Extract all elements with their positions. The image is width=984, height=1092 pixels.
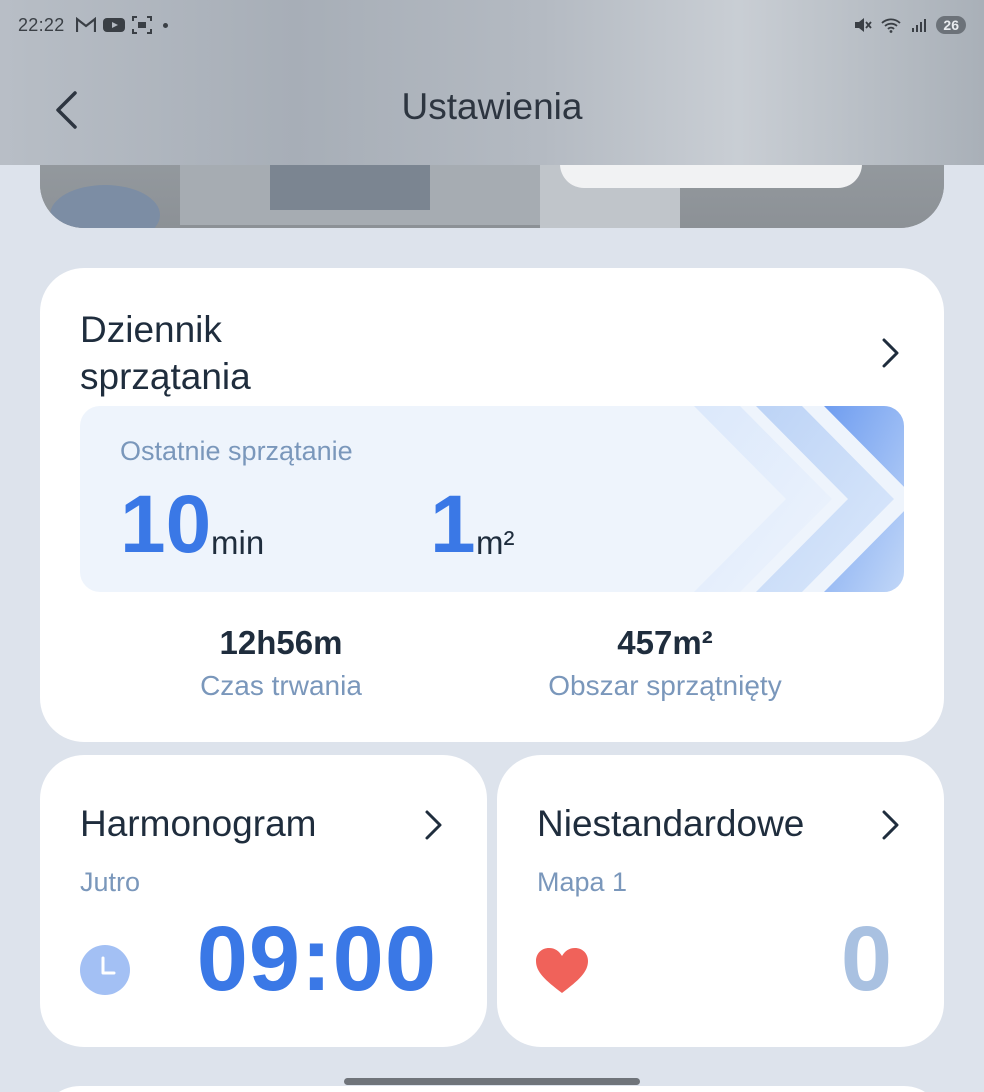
- total-duration-value: 12h56m: [219, 624, 343, 661]
- top-bar: 22:22 26 Ustawienia: [0, 0, 984, 165]
- custom-title: Niestandardowe: [537, 803, 805, 844]
- map-furniture: [270, 165, 430, 210]
- custom-map-name: Mapa 1: [537, 867, 628, 897]
- notification-dot: [162, 22, 168, 28]
- total-duration-label: Czas trwania: [200, 670, 362, 701]
- home-indicator[interactable]: [344, 1078, 640, 1085]
- chevron-decoration-icon: [694, 406, 904, 592]
- chevron-right-icon: [882, 810, 899, 840]
- total-area-value: 457m²: [617, 624, 713, 661]
- schedule-time: 09:00: [196, 908, 437, 1010]
- chevron-right-icon: [882, 338, 899, 368]
- last-duration-value: 10: [120, 479, 212, 570]
- last-cleaning-panel: Ostatnie sprzątanie 10 min 1 m²: [80, 406, 904, 592]
- mute-icon: [852, 16, 874, 34]
- last-area-value: 1: [430, 479, 476, 570]
- cleaning-log-title: Dziennik sprzątania: [80, 309, 251, 397]
- schedule-card[interactable]: Harmonogram Jutro 09:00: [40, 755, 487, 1047]
- last-cleaning-label: Ostatnie sprzątanie: [120, 436, 353, 466]
- chevron-right-icon: [425, 810, 442, 840]
- status-time: 22:22: [18, 14, 65, 35]
- total-area-label: Obszar sprzątnięty: [548, 670, 782, 701]
- youtube-icon: [102, 16, 125, 34]
- last-area-unit: m²: [476, 524, 515, 561]
- cleaning-log-card[interactable]: Dziennik sprzątania Ostatnie sprzątanie …: [40, 268, 944, 742]
- schedule-day: Jutro: [80, 867, 141, 897]
- custom-cleaning-card[interactable]: Niestandardowe Mapa 1 0: [497, 755, 944, 1047]
- screenshot-icon: [131, 16, 153, 34]
- custom-chevron-button[interactable]: [876, 807, 904, 843]
- heart-icon: [536, 948, 588, 993]
- gmail-icon: [75, 16, 97, 34]
- total-area-stat: 457m² Obszar sprzątnięty: [500, 624, 830, 702]
- custom-count: 0: [840, 908, 892, 1010]
- next-card-peek: [40, 1086, 944, 1092]
- cleaning-log-chevron-button[interactable]: [876, 335, 904, 371]
- battery-indicator: 26: [936, 16, 966, 34]
- last-duration-unit: min: [211, 524, 265, 561]
- page-title: Ustawienia: [401, 86, 583, 127]
- wifi-icon: [880, 16, 902, 34]
- schedule-chevron-button[interactable]: [419, 807, 447, 843]
- signal-icon: [908, 16, 930, 34]
- clock-icon: [80, 945, 130, 995]
- schedule-title: Harmonogram: [80, 803, 317, 844]
- status-bar: 22:22 26: [18, 12, 966, 38]
- total-duration-stat: 12h56m Czas trwania: [116, 624, 446, 702]
